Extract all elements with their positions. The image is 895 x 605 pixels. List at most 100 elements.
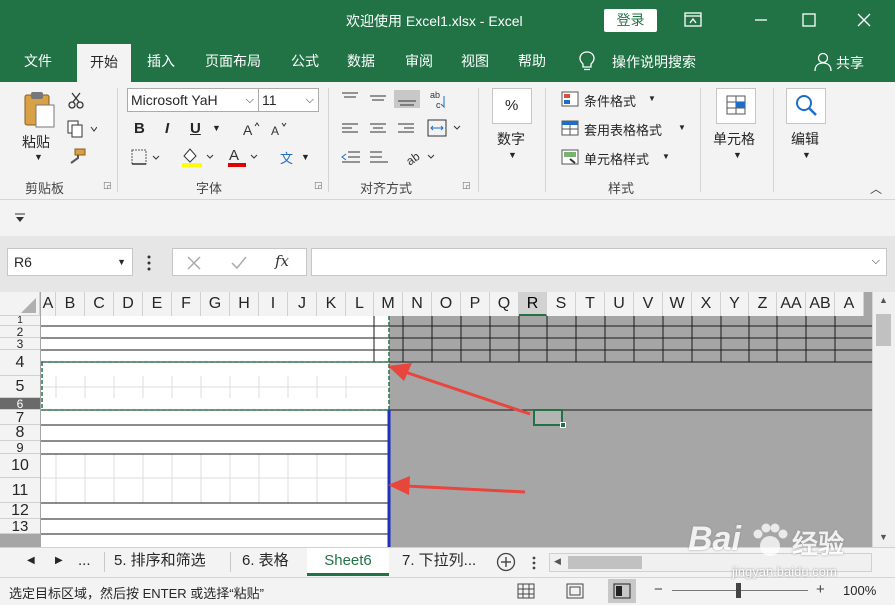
fill-color-icon[interactable] <box>180 146 216 171</box>
tell-me-search[interactable]: 操作说明搜索 <box>612 52 696 72</box>
enter-check-icon[interactable] <box>230 255 248 274</box>
italic-button[interactable]: I <box>165 120 169 137</box>
format-as-table-icon[interactable] <box>561 120 579 139</box>
sheet-tab-table[interactable]: 6. 表格 <box>242 548 289 576</box>
clipboard-launcher-icon[interactable]: ◲ <box>103 180 112 191</box>
paste-icon[interactable] <box>22 90 56 133</box>
title-bar: 欢迎使用 Excel1.xlsx - Excel 登录 <box>0 0 895 40</box>
zoom-level[interactable]: 100% <box>843 583 876 598</box>
number-label[interactable]: 数字 <box>497 129 525 149</box>
formula-buttons: fx <box>172 248 307 276</box>
maximize-icon[interactable] <box>785 0 833 40</box>
tab-data[interactable]: 数据 <box>338 40 384 82</box>
vertical-scrollbar[interactable]: ▲ ▼ <box>872 292 895 547</box>
name-box-dropdown-icon[interactable]: ▼ <box>117 249 126 275</box>
conditional-format-button[interactable]: 条件格式 <box>584 91 636 110</box>
editing-dropdown-icon[interactable]: ▼ <box>802 150 811 160</box>
copy-icon[interactable] <box>67 120 98 141</box>
tab-formulas[interactable]: 公式 <box>282 40 328 82</box>
person-icon[interactable] <box>814 52 832 75</box>
h-scroll-thumb[interactable] <box>568 556 642 569</box>
lightbulb-icon[interactable] <box>578 50 596 75</box>
customize-qat-icon[interactable] <box>13 211 27 228</box>
borders-icon[interactable] <box>131 148 161 169</box>
prev-sheet-icon[interactable]: ◀ <box>27 555 35 566</box>
bold-button[interactable]: B <box>134 120 145 137</box>
cells-button[interactable] <box>716 88 756 124</box>
minimize-icon[interactable] <box>737 0 785 40</box>
underline-button[interactable]: U <box>190 120 201 137</box>
underline-dropdown-icon[interactable]: ▼ <box>212 123 221 133</box>
formula-input[interactable]: ⌵ <box>311 248 887 276</box>
insert-function-button[interactable]: fx <box>275 252 289 270</box>
paste-dropdown-icon[interactable]: ▼ <box>34 152 43 162</box>
tab-file[interactable]: 文件 <box>14 40 62 82</box>
orientation-icon[interactable]: ab <box>403 146 440 169</box>
page-layout-view-icon[interactable] <box>566 583 584 602</box>
scroll-thumb[interactable] <box>876 314 891 346</box>
sheet-tab-dropdown[interactable]: 7. 下拉列... <box>402 548 490 576</box>
name-box[interactable]: R6 ▼ <box>7 248 133 276</box>
paste-label[interactable]: 粘贴 <box>22 132 50 152</box>
cancel-icon[interactable] <box>186 255 202 274</box>
zoom-out-button[interactable]: − <box>654 581 663 598</box>
login-button[interactable]: 登录 <box>604 9 657 32</box>
text-direction-icon[interactable]: ab c <box>428 88 452 113</box>
cells-label[interactable]: 单元格 <box>713 129 755 149</box>
scroll-up-icon[interactable]: ▲ <box>879 295 888 305</box>
phonetic-dropdown-icon[interactable]: ▼ <box>301 152 310 162</box>
font-color-icon[interactable]: A <box>226 146 262 171</box>
tab-view[interactable]: 视图 <box>452 40 498 82</box>
sheet-options-icon[interactable] <box>531 556 537 573</box>
number-dropdown-icon[interactable]: ▼ <box>508 150 517 160</box>
sheet-tab-sheet6[interactable]: Sheet6 <box>307 548 389 576</box>
formula-row: R6 ▼ fx ⌵ <box>0 236 895 292</box>
ribbon-tab-bar: 文件 开始 插入 页面布局 公式 数据 审阅 视图 帮助 操作说明搜索 共享 <box>0 40 895 82</box>
restore-ribbon-icon[interactable] <box>669 0 717 40</box>
more-options-icon[interactable] <box>146 255 152 274</box>
font-launcher-icon[interactable]: ◲ <box>314 180 323 191</box>
align-top-icon[interactable] <box>340 90 430 111</box>
cut-icon[interactable] <box>67 92 85 113</box>
tab-home[interactable]: 开始 <box>77 44 131 82</box>
phonetic-guide-button[interactable]: 文 <box>280 148 293 167</box>
align-left-icon[interactable] <box>340 120 420 141</box>
cell-styles-button[interactable]: 单元格样式 <box>584 149 649 168</box>
close-icon[interactable] <box>840 0 888 40</box>
cell-styles-icon[interactable] <box>561 149 579 168</box>
conditional-dropdown-icon[interactable]: ▼ <box>648 94 656 103</box>
editing-label[interactable]: 编辑 <box>791 129 819 149</box>
svg-text:c: c <box>436 100 441 110</box>
cell-styles-dropdown-icon[interactable]: ▼ <box>662 152 670 161</box>
expand-formula-icon[interactable]: ⌵ <box>872 255 880 268</box>
sheet-tab-sort[interactable]: 5. 排序和筛选 <box>114 548 206 576</box>
styles-group-label: 样式 <box>608 181 635 196</box>
table-dropdown-icon[interactable]: ▼ <box>678 123 686 132</box>
tab-page-layout[interactable]: 页面布局 <box>194 40 272 82</box>
cells-dropdown-icon[interactable]: ▼ <box>733 150 742 160</box>
number-format-button[interactable]: % <box>492 88 532 124</box>
add-sheet-icon[interactable] <box>496 552 516 575</box>
merge-center-icon[interactable] <box>426 118 466 141</box>
share-button[interactable]: 共享 <box>836 53 864 73</box>
collapse-ribbon-icon[interactable]: ︿ <box>870 180 882 197</box>
normal-view-icon[interactable] <box>517 583 535 602</box>
scroll-left-icon[interactable]: ◀ <box>554 556 561 567</box>
tab-help[interactable]: 帮助 <box>509 40 555 82</box>
more-sheets-button[interactable]: ... <box>78 552 91 569</box>
tab-insert[interactable]: 插入 <box>137 40 185 82</box>
next-sheet-icon[interactable]: ▶ <box>55 555 63 566</box>
format-as-table-button[interactable]: 套用表格格式 <box>584 120 662 139</box>
increase-font-icon[interactable]: A <box>242 120 262 141</box>
decrease-font-icon[interactable]: A <box>270 120 290 141</box>
font-name-select[interactable]: Microsoft YaH ⌵ <box>127 88 259 112</box>
editing-button[interactable] <box>786 88 826 124</box>
zoom-slider-thumb[interactable] <box>736 583 741 598</box>
tab-review[interactable]: 审阅 <box>396 40 442 82</box>
alignment-launcher-icon[interactable]: ◲ <box>462 180 471 191</box>
font-size-select[interactable]: 11 ⌵ <box>258 88 319 112</box>
format-painter-icon[interactable] <box>68 148 86 169</box>
indent-icon[interactable] <box>340 148 390 169</box>
conditional-format-icon[interactable] <box>561 91 579 110</box>
page-break-view-button[interactable] <box>608 579 636 603</box>
